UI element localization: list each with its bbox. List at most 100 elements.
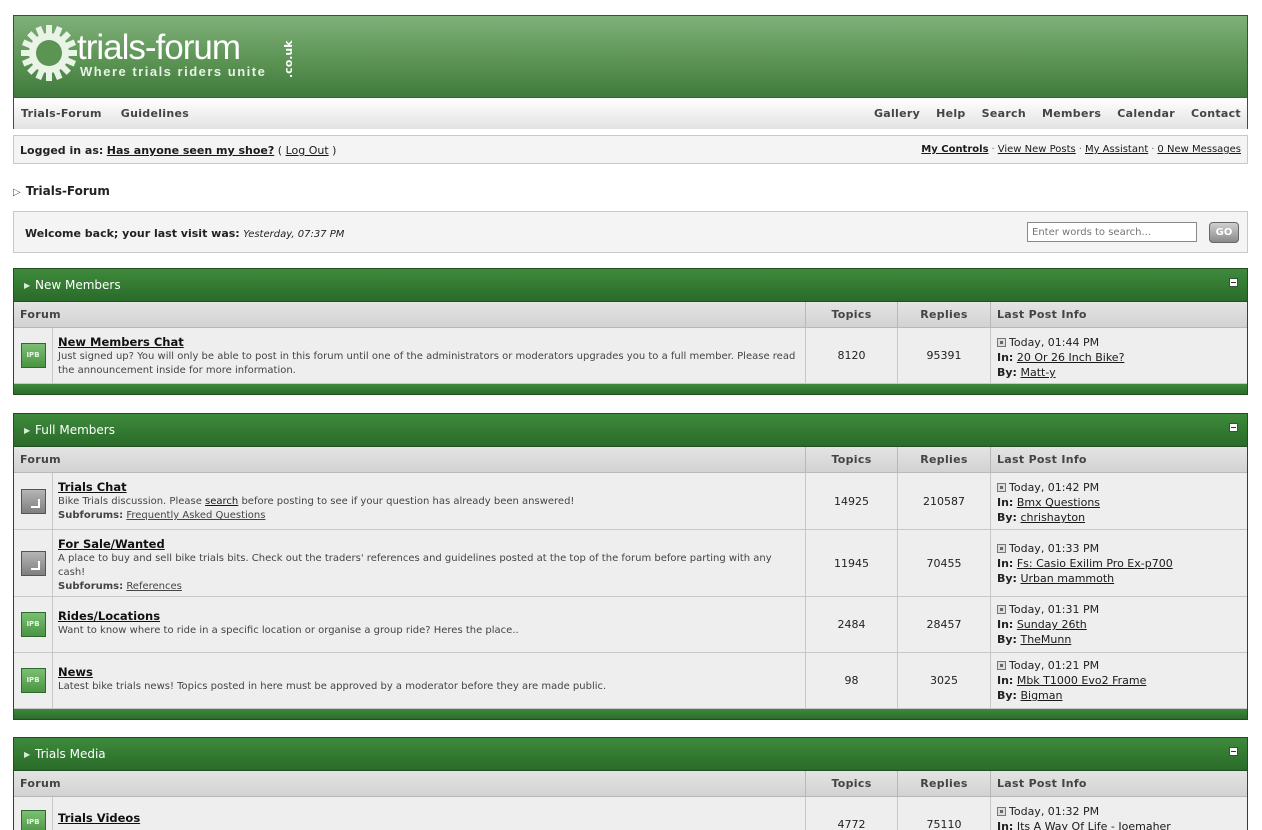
gear-logo-icon — [18, 22, 80, 84]
nav-help[interactable]: Help — [936, 107, 966, 120]
last-poster-link[interactable]: TheMunn — [1020, 633, 1071, 646]
view-new-posts-link[interactable]: View New Posts — [998, 144, 1076, 155]
col-topics: Topics — [806, 302, 898, 327]
logo-title: trials-forum — [77, 28, 241, 67]
collapse-icon[interactable] — [1229, 278, 1238, 287]
last-visit-time: Yesterday, 07:37 PM — [243, 229, 345, 240]
last-post-time: Today, 01:32 PM — [1009, 805, 1100, 818]
my-controls-link[interactable]: My Controls — [921, 144, 988, 155]
nav-trials-forum[interactable]: Trials-Forum — [21, 107, 102, 120]
forum-name-link[interactable]: For Sale/Wanted — [58, 537, 800, 551]
forum-name-link[interactable]: Trials Videos — [58, 811, 800, 825]
search-input[interactable] — [1027, 222, 1197, 242]
last-topic-link[interactable]: Fs: Casio Exilim Pro Ex-p700 — [1017, 557, 1173, 570]
last-post-time: Today, 01:44 PM — [1009, 336, 1100, 349]
last-post-icon[interactable] — [997, 605, 1006, 614]
last-poster-link[interactable]: chrishayton — [1020, 511, 1085, 524]
last-post-icon[interactable] — [997, 661, 1006, 670]
replies-count: 75110 — [898, 797, 991, 830]
subforums: Subforums: Frequently Asked Questions — [58, 510, 266, 521]
ipb-icon: IPB — [20, 343, 46, 368]
redirect-icon — [20, 488, 46, 514]
last-post-info: Today, 01:21 PM In: Mbk T1000 Evo2 Frame… — [997, 659, 1147, 702]
replies-count: 95391 — [898, 328, 991, 383]
last-topic-link[interactable]: Sunday 26th — [1017, 618, 1087, 631]
nav-guidelines[interactable]: Guidelines — [121, 107, 189, 120]
last-topic-link[interactable]: Bmx Questions — [1017, 496, 1100, 509]
col-replies: Replies — [898, 771, 991, 796]
my-assistant-link[interactable]: My Assistant — [1085, 144, 1148, 155]
col-replies: Replies — [898, 447, 991, 472]
welcome-text: Welcome back; your last visit was: — [25, 227, 240, 240]
breadcrumb-current[interactable]: Trials-Forum — [26, 184, 110, 198]
forum-row: IPB Rides/Locations Want to know where t… — [14, 597, 1247, 653]
category-header: ▶ New Members — [14, 269, 1247, 302]
last-post-time: Today, 01:31 PM — [1009, 603, 1100, 616]
replies-count: 3025 — [898, 653, 991, 708]
subforum-link[interactable]: Frequently Asked Questions — [126, 510, 265, 521]
breadcrumb: ▷ Trials-Forum — [13, 184, 110, 198]
last-poster-link[interactable]: Urban mammoth — [1020, 572, 1114, 585]
last-post-icon[interactable] — [997, 807, 1006, 816]
category-footer — [14, 384, 1247, 394]
nav-gallery[interactable]: Gallery — [874, 107, 920, 120]
last-poster-link[interactable]: Matt-y — [1020, 366, 1055, 379]
last-poster-link[interactable]: Bigman — [1020, 689, 1062, 702]
nav-search[interactable]: Search — [982, 107, 1026, 120]
new-messages-link[interactable]: 0 New Messages — [1157, 144, 1241, 155]
forum-description: Latest bike trials news! Topics posted i… — [58, 681, 607, 692]
forum-name-link[interactable]: New Members Chat — [58, 335, 800, 349]
col-replies: Replies — [898, 302, 991, 327]
username-link[interactable]: Has anyone seen my shoe? — [107, 144, 274, 157]
nav-calendar[interactable]: Calendar — [1117, 107, 1175, 120]
last-post-icon[interactable] — [997, 544, 1006, 553]
category-title[interactable]: New Members — [35, 278, 121, 292]
category-title[interactable]: Trials Media — [35, 747, 106, 761]
last-post-icon[interactable] — [997, 338, 1006, 347]
topics-count: 14925 — [806, 473, 898, 529]
column-headers: Forum Topics Replies Last Post Info — [14, 447, 1247, 473]
nav-contact[interactable]: Contact — [1191, 107, 1241, 120]
category-trials-media: ▶ Trials Media Forum Topics Replies Last… — [13, 737, 1248, 830]
category-full-members: ▶ Full Members Forum Topics Replies Last… — [13, 413, 1248, 720]
topics-count: 4772 — [806, 797, 898, 830]
logout-link[interactable]: Log Out — [286, 144, 329, 157]
replies-count: 70455 — [898, 530, 991, 596]
forum-description: Want to know where to ride in a specific… — [58, 625, 519, 636]
in-label: In: — [997, 351, 1014, 364]
forum-description: Just signed up? You will only be able to… — [58, 351, 796, 376]
forum-name-link[interactable]: Trials Chat — [58, 480, 800, 494]
search-link[interactable]: search — [205, 496, 238, 507]
subforums: Subforums: References — [58, 581, 182, 592]
last-post-info: Today, 01:33 PM In: Fs: Casio Exilim Pro… — [997, 542, 1173, 585]
category-header: ▶ Full Members — [14, 414, 1247, 447]
collapse-icon[interactable] — [1229, 747, 1238, 756]
triangle-right-icon: ▷ — [13, 187, 21, 198]
last-post-time: Today, 01:21 PM — [1009, 659, 1100, 672]
banner: trials-forum Where trials riders unite .… — [14, 16, 1247, 98]
col-forum: Forum — [14, 771, 806, 796]
last-topic-link[interactable]: Its A Way Of Life - Joemaher — [1017, 820, 1171, 830]
ipb-icon: IPB — [20, 668, 46, 693]
col-forum: Forum — [14, 302, 806, 327]
forum-description: A place to buy and sell bike trials bits… — [58, 553, 772, 578]
forum-name-link[interactable]: Rides/Locations — [58, 609, 800, 623]
column-headers: Forum Topics Replies Last Post Info — [14, 302, 1247, 328]
col-topics: Topics — [806, 771, 898, 796]
col-last-post: Last Post Info — [997, 453, 1087, 466]
last-topic-link[interactable]: Mbk T1000 Evo2 Frame — [1017, 674, 1147, 687]
last-topic-link[interactable]: 20 Or 26 Inch Bike? — [1017, 351, 1125, 364]
arrow-right-icon: ▶ — [24, 750, 31, 759]
subforum-link[interactable]: References — [126, 581, 182, 592]
nav-members[interactable]: Members — [1042, 107, 1101, 120]
last-post-icon[interactable] — [997, 483, 1006, 492]
category-title[interactable]: Full Members — [35, 423, 115, 437]
forum-name-link[interactable]: News — [58, 665, 800, 679]
topics-count: 11945 — [806, 530, 898, 596]
topics-count: 98 — [806, 653, 898, 708]
collapse-icon[interactable] — [1229, 423, 1238, 432]
category-new-members: ▶ New Members Forum Topics Replies Last … — [13, 268, 1248, 395]
search-go-button[interactable]: GO — [1209, 222, 1239, 243]
forum-row: IPB New Members Chat Just signed up? You… — [14, 328, 1247, 384]
ipb-icon: IPB — [20, 612, 46, 637]
